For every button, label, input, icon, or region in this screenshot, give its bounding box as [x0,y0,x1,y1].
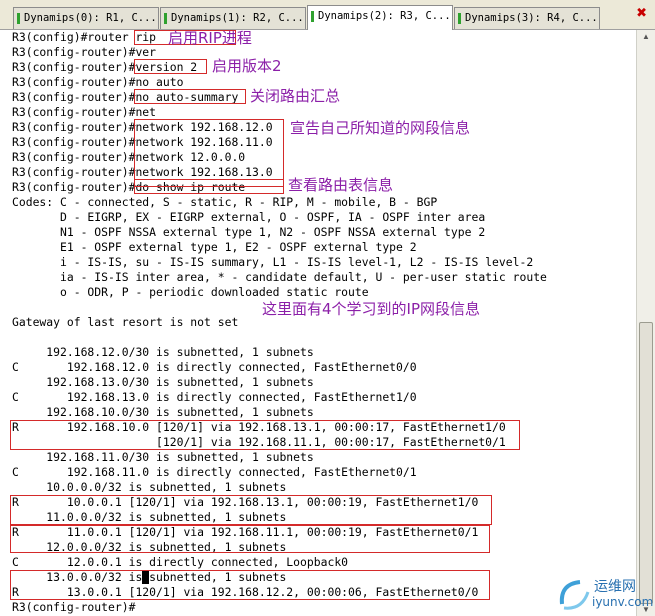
close-tab-icon[interactable]: ✖ [636,6,647,21]
tab-label: Dynamips(2): R3, C... [318,10,451,22]
note-announce-networks: 宣告自己所知道的网段信息 [290,119,471,137]
highlight-learned-route-1 [10,420,520,450]
terminal-line: i - IS-IS, su - IS-IS summary, L1 - IS-I… [12,255,534,269]
terminal-line: o - ODR, P - periodic downloaded static … [12,285,369,299]
highlight-no-auto-summary [134,89,246,104]
terminal-line: 192.168.13.0/30 is subnetted, 1 subnets [12,375,314,389]
terminal-line: C 192.168.11.0 is directly connected, Fa… [12,465,417,479]
highlight-learned-route-4 [10,570,490,600]
terminal-line: C 12.0.0.1 is directly connected, Loopba… [12,555,349,569]
session-tab-bar: Dynamips(0): R1, C... Dynamips(1): R2, C… [0,0,655,30]
terminal-line: 10.0.0.0/32 is subnetted, 1 subnets [12,480,287,494]
note-disable-summary: 关闭路由汇总 [250,87,341,105]
highlight-show-ip-route [134,179,284,194]
tab-dynamips-3[interactable]: Dynamips(3): R4, C... [454,7,600,29]
tab-label: Dynamips(1): R2, C... [171,12,304,24]
watermark-name: 运维网 [594,579,636,595]
session-status-icon [164,13,167,24]
terminal-line: R3(config-router)#net [12,105,157,119]
terminal-line: Gateway of last resort is not set [12,315,239,329]
terminal-line: C 192.168.12.0 is directly connected, Fa… [12,360,417,374]
terminal-line: R3(config-router)#no auto [12,75,184,89]
tab-dynamips-0[interactable]: Dynamips(0): R1, C... [13,7,159,29]
scroll-up-icon[interactable]: ▲ [642,32,650,41]
terminal-line: R3(config-router)#ver [12,45,157,59]
session-status-icon [311,11,314,22]
terminal-line: C 192.168.13.0 is directly connected, Fa… [12,390,417,404]
terminal-line: 192.168.12.0/30 is subnetted, 1 subnets [12,345,314,359]
note-enable-version-2: 启用版本2 [212,57,282,75]
tab-label: Dynamips(3): R4, C... [465,12,598,24]
note-learned-routes: 这里面有4个学习到的IP网段信息 [262,300,481,318]
terminal-line: N1 - OSPF NSSA external type 1, N2 - OSP… [12,225,486,239]
site-watermark: 运维网 iyunv.com [552,572,655,616]
terminal-line: 192.168.11.0/30 is subnetted, 1 subnets [12,450,314,464]
vertical-scrollbar[interactable]: ▲ ▼ [636,30,655,616]
terminal-line: ia - IS-IS inter area, * - candidate def… [12,270,547,284]
note-enable-rip: 启用RIP进程 [168,30,252,47]
tab-dynamips-2[interactable]: Dynamips(2): R3, C... [307,5,453,30]
terminal-output[interactable]: R3(config-router)# R 13.0.0.1 [120/1] via… [0,30,636,616]
scroll-thumb[interactable] [639,322,653,604]
terminal-line: Codes: C - connected, S - static, R - RI… [12,195,438,209]
terminal-line: R3(config-router)# [12,600,136,614]
note-show-route: 查看路由表信息 [288,176,394,194]
terminal-line: 192.168.10.0/30 is subnetted, 1 subnets [12,405,314,419]
terminal-cursor [142,571,149,584]
watermark-logo-icon [559,580,590,610]
highlight-version-2 [134,59,207,74]
session-status-icon [458,13,461,24]
highlight-network-statements [134,119,284,187]
highlight-learned-route-3 [10,525,490,553]
tab-label: Dynamips(0): R1, C... [24,12,157,24]
highlight-learned-route-2 [10,495,492,525]
session-status-icon [17,13,20,24]
watermark-domain: iyunv.com [592,595,654,609]
terminal-line: E1 - OSPF external type 1, E2 - OSPF ext… [12,240,417,254]
tab-dynamips-1[interactable]: Dynamips(1): R2, C... [160,7,306,29]
terminal-line: D - EIGRP, EX - EIGRP external, O - OSPF… [12,210,486,224]
